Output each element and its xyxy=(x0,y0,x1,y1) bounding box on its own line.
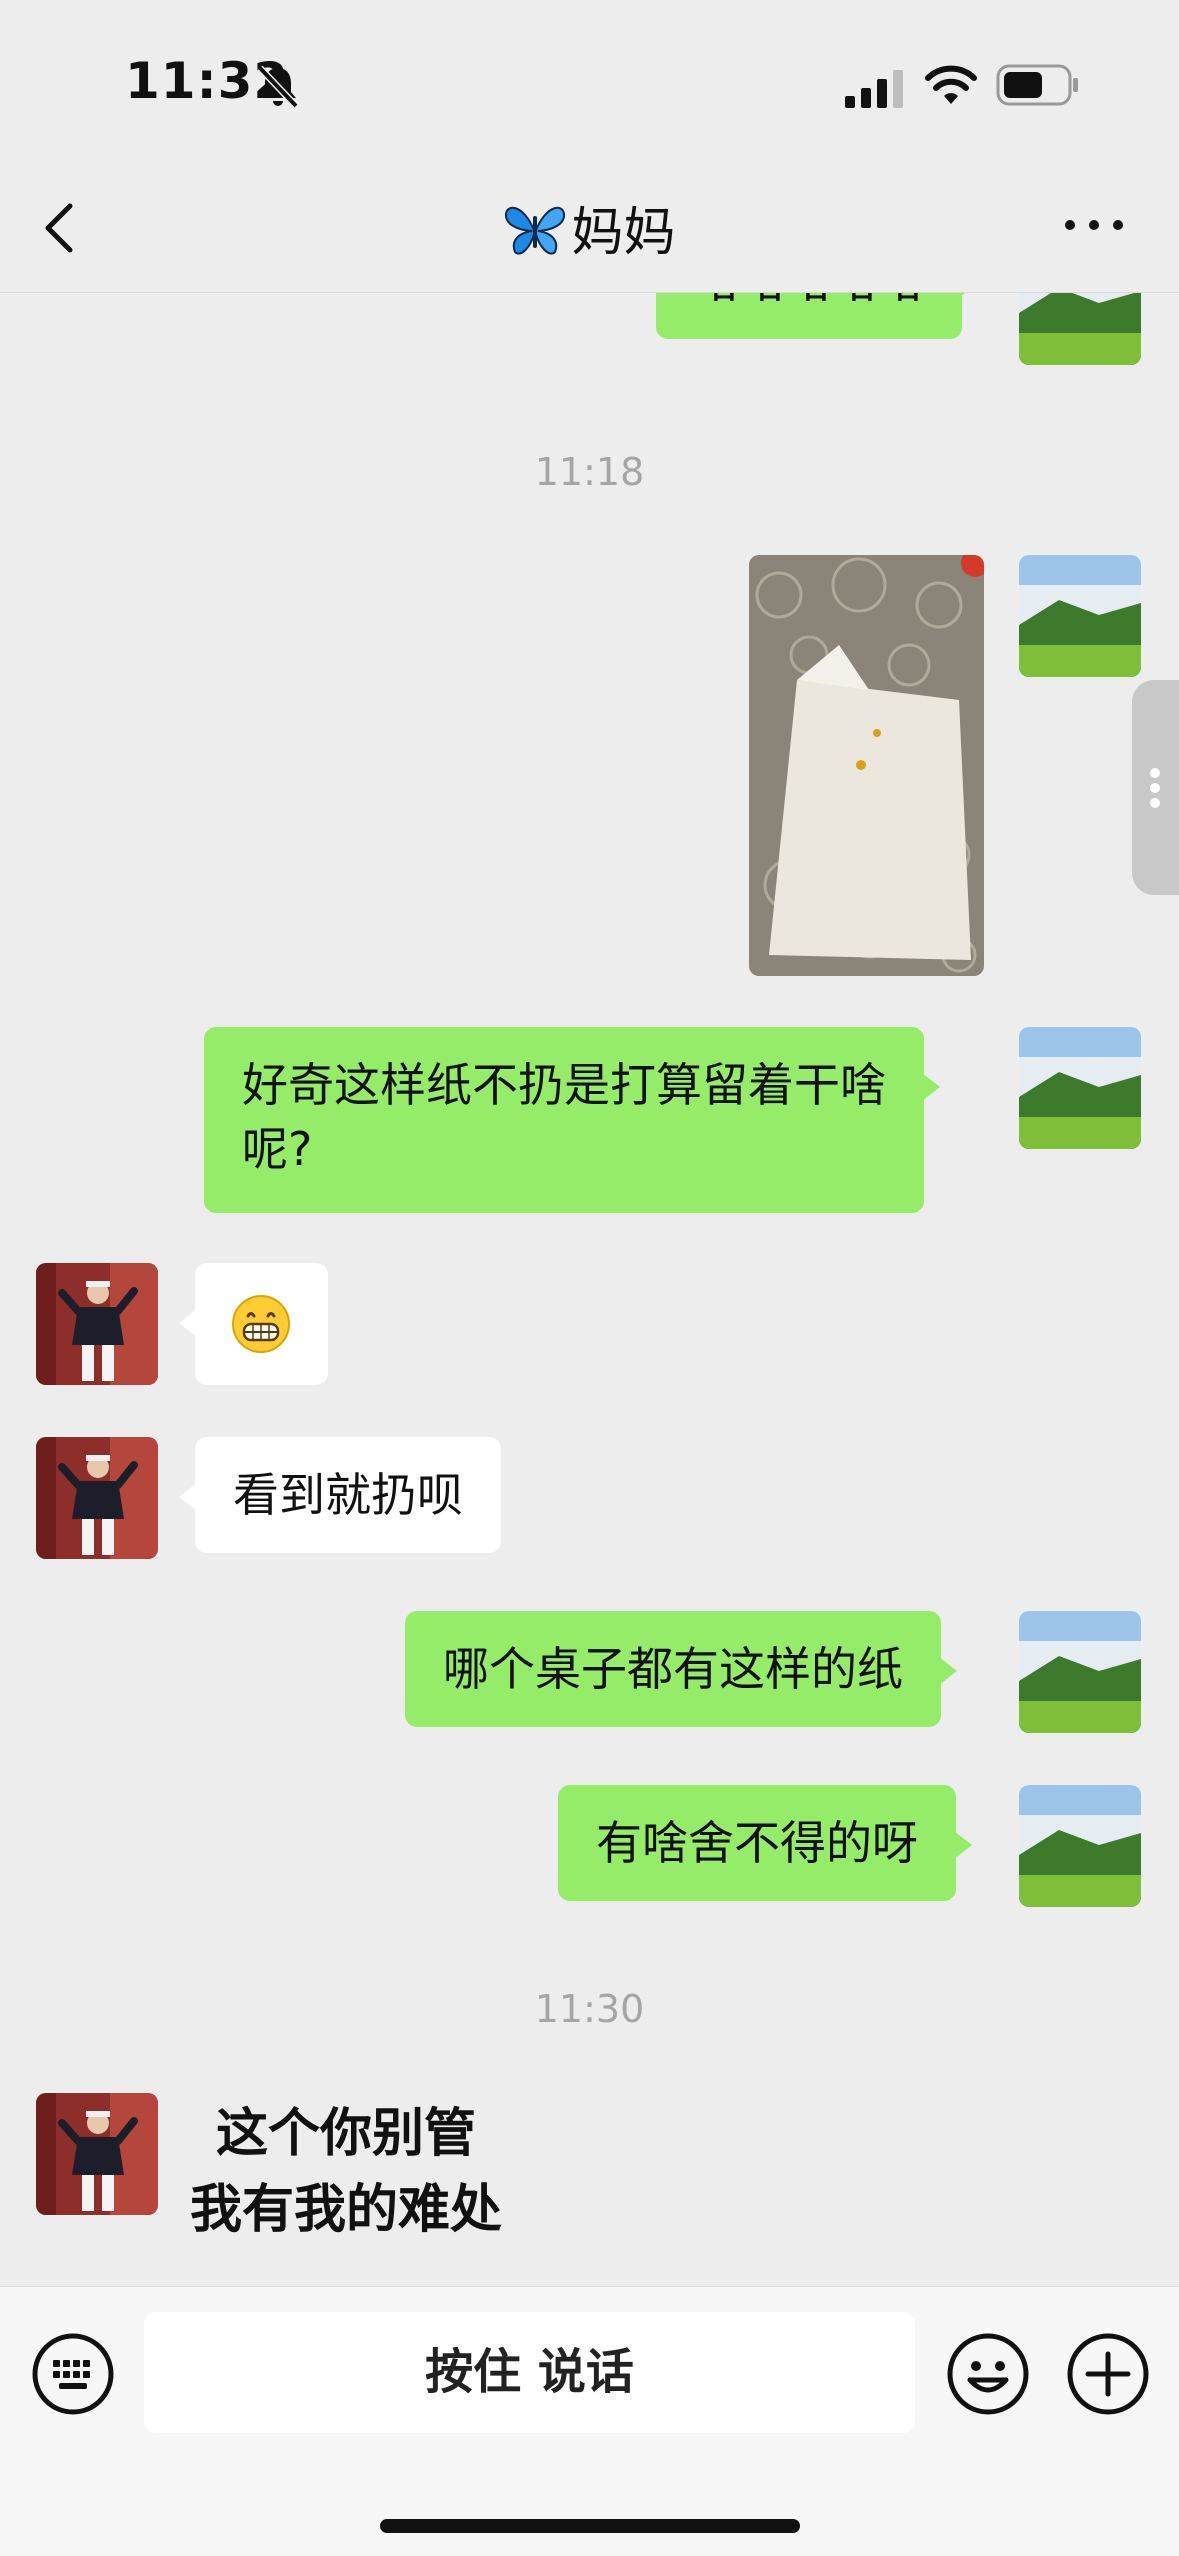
message-bubble-mom[interactable] xyxy=(179,1263,328,1385)
avatar-me[interactable] xyxy=(1019,1785,1141,1907)
avatar-me[interactable] xyxy=(1019,1611,1141,1733)
message-bubble-me[interactable]: 好奇这样纸不扔是打算留着干啥 呢? xyxy=(204,1027,940,1213)
message-list[interactable]: 哈哈哈哈哈 11:18 xyxy=(0,293,1179,2286)
sticker-line-1: 这个你别管 xyxy=(216,2104,477,2164)
message-bubble-me[interactable]: 哈哈哈哈哈 xyxy=(656,293,978,339)
smiley-icon[interactable] xyxy=(946,2332,1030,2416)
hold-to-talk-button[interactable]: 按住 说话 xyxy=(144,2312,915,2433)
chat-header: 妈妈 xyxy=(0,150,1179,293)
message-text-line-2: 呢? xyxy=(242,1122,313,1176)
message-text: 哪个桌子都有这样的纸 xyxy=(443,1642,903,1696)
plus-circle-icon[interactable] xyxy=(1066,2332,1150,2416)
message-bubble-mom[interactable]: 看到就扔呗 xyxy=(179,1437,501,1553)
image-message[interactable] xyxy=(749,555,984,976)
timestamp: 11:30 xyxy=(534,1987,645,2031)
sticker-line-2: 我有我的难处 xyxy=(190,2180,503,2240)
message-bubble-me[interactable]: 有啥舍不得的呀 xyxy=(558,1785,972,1901)
timestamp: 11:18 xyxy=(534,450,645,494)
keyboard-icon[interactable] xyxy=(31,2332,115,2416)
avatar-me[interactable] xyxy=(1019,293,1141,365)
ellipsis-icon[interactable] xyxy=(1062,210,1126,240)
grinning-face-icon xyxy=(232,1295,290,1353)
avatar-mom[interactable] xyxy=(36,1437,158,1559)
floating-window-handle[interactable] xyxy=(1132,680,1179,895)
avatar-me[interactable] xyxy=(1019,1027,1141,1149)
avatar-mom[interactable] xyxy=(36,1263,158,1385)
battery-icon xyxy=(996,64,1078,106)
butterfly-icon xyxy=(505,206,566,255)
chat-title: 妈妈 xyxy=(0,190,1179,265)
message-text: 哈哈哈哈哈 xyxy=(694,293,924,308)
input-bar: 按住 说话 xyxy=(0,2286,1179,2556)
sticker-message[interactable]: 这个你别管 我有我的难处 xyxy=(190,2096,502,2248)
wifi-icon xyxy=(925,65,977,104)
message-text: 看到就扔呗 xyxy=(233,1468,463,1522)
message-text-line-1: 好奇这样纸不扔是打算留着干啥 xyxy=(242,1058,886,1112)
avatar-mom[interactable] xyxy=(36,2093,158,2215)
message-text: 有啥舍不得的呀 xyxy=(596,1816,918,1870)
message-bubble-me[interactable]: 哪个桌子都有这样的纸 xyxy=(405,1611,957,1727)
chat-title-text: 妈妈 xyxy=(571,203,676,263)
cellular-signal-icon xyxy=(845,70,903,108)
bell-muted-icon xyxy=(257,65,299,108)
home-indicator[interactable] xyxy=(380,2519,800,2533)
avatar-me[interactable] xyxy=(1019,555,1141,677)
